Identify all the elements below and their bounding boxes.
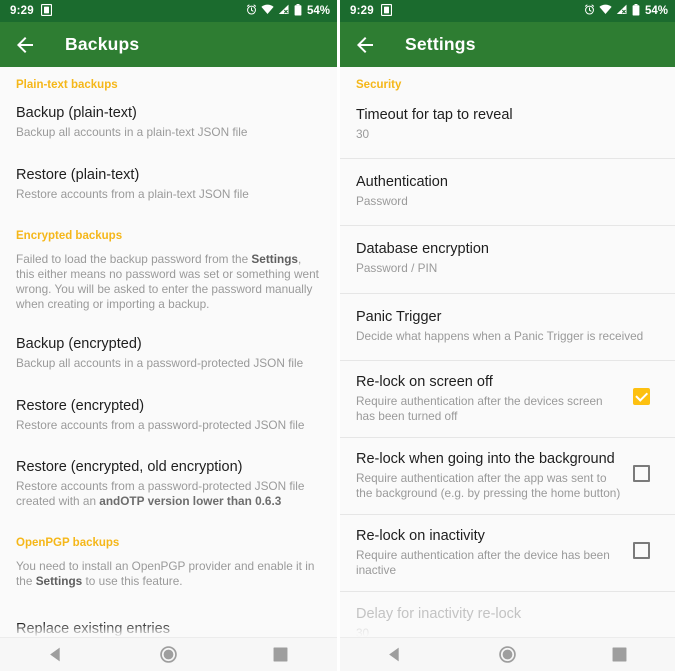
pref-summary: Require authentication after the app was… — [356, 471, 621, 500]
pref-authentication[interactable]: Authentication Password — [340, 159, 675, 226]
status-bar-clock: 9:29 — [10, 5, 34, 17]
relock-inactivity-checkbox[interactable] — [633, 542, 650, 559]
pref-relock-on-screen-off[interactable]: Re-lock on screen off Require authentica… — [340, 361, 675, 437]
pref-title: Delay for inactivity re-lock — [356, 606, 522, 622]
section-header-security: Security — [356, 79, 402, 91]
pref-summary: Backup all accounts in a password-protec… — [16, 356, 304, 370]
wifi-icon — [261, 4, 274, 18]
system-nav-bar-right — [340, 637, 675, 671]
signal-icon — [616, 4, 628, 18]
screenshot-icon — [40, 3, 52, 19]
pref-title: Restore (encrypted) — [16, 397, 145, 414]
home-button[interactable] — [477, 638, 537, 671]
wifi-icon — [599, 4, 612, 18]
pref-title: Backup (plain-text) — [16, 105, 137, 121]
back-button[interactable] — [26, 638, 86, 671]
pref-summary: Require authentication after the device … — [356, 548, 610, 577]
page-title: Backups — [65, 34, 140, 54]
status-bar-clock: 9:29 — [350, 5, 374, 17]
settings-scroll[interactable]: Security Timeout for tap to reveal 30 Au… — [340, 67, 675, 671]
battery-percent: 54% — [644, 5, 668, 17]
openpgp-info: You need to install an OpenPGP provider … — [0, 553, 337, 599]
pref-database-encryption[interactable]: Database encryption Password / PIN — [340, 226, 675, 293]
pref-title: Timeout for tap to reveal — [356, 107, 513, 123]
battery-percent: 54% — [306, 5, 330, 17]
section-header-plain-text: Plain-text backups — [16, 79, 118, 91]
pref-summary: Password / PIN — [356, 261, 438, 275]
pref-backup-plain-text[interactable]: Backup (plain-text) Backup all accounts … — [0, 95, 337, 151]
info-bold: Settings — [35, 574, 83, 588]
right-phone-screen: 9:29 54% Settings Security Timeout for t… — [337, 0, 675, 671]
back-button[interactable] — [366, 638, 426, 671]
pref-summary: Backup all accounts in a plain-text JSON… — [16, 125, 248, 139]
section-header-openpgp: OpenPGP backups — [16, 537, 120, 549]
status-bar-left-group: 9:29 — [10, 3, 52, 19]
pref-title: Restore (encrypted, old encryption) — [16, 459, 243, 475]
pref-relock-inactivity[interactable]: Re-lock on inactivity Require authentica… — [340, 515, 675, 591]
home-button[interactable] — [138, 638, 198, 671]
pref-title: Re-lock on inactivity — [356, 528, 485, 544]
pref-restore-plain-text[interactable]: Restore (plain-text) Restore accounts fr… — [0, 151, 337, 213]
pref-backup-encrypted[interactable]: Backup (encrypted) Backup all accounts i… — [0, 322, 337, 382]
pref-title: Authentication — [356, 173, 448, 190]
pref-summary: Restore accounts from a plain-text JSON … — [16, 186, 249, 201]
status-bar-right-group: 54% — [246, 3, 330, 19]
app-bar-backups: Backups — [0, 22, 337, 67]
page-title: Settings — [405, 34, 476, 54]
dual-screenshot-container: 9:29 54% Backups Plain-text backups Back… — [0, 0, 675, 671]
status-bar-left: 9:29 54% — [0, 0, 337, 22]
back-arrow-icon[interactable] — [13, 33, 37, 57]
relock-background-checkbox[interactable] — [633, 465, 650, 482]
alarm-icon — [246, 4, 257, 18]
pref-summary: Restore accounts from a password-protect… — [16, 479, 321, 508]
pref-title: Re-lock when going into the background — [356, 451, 615, 467]
backups-scroll[interactable]: Plain-text backups Backup (plain-text) B… — [0, 67, 337, 671]
status-bar-left-group: 9:29 — [350, 3, 392, 19]
pref-title: Backup (encrypted) — [16, 336, 142, 352]
pref-relock-background[interactable]: Re-lock when going into the background R… — [340, 438, 675, 514]
recents-button[interactable] — [251, 638, 311, 671]
section-header-encrypted: Encrypted backups — [16, 230, 123, 242]
status-bar-right: 9:29 54% — [340, 0, 675, 22]
status-bar-right-group: 54% — [584, 3, 668, 19]
pref-title: Replace existing entries — [16, 621, 170, 637]
alarm-icon — [584, 4, 595, 18]
backups-content: Plain-text backups Backup (plain-text) B… — [0, 67, 337, 671]
encrypted-backups-info: Failed to load the backup password from … — [0, 246, 337, 322]
pref-summary: Require authentication after the devices… — [356, 394, 603, 423]
pref-title: Database encryption — [356, 241, 489, 257]
recents-button[interactable] — [589, 638, 649, 671]
pref-title: Re-lock on screen off — [356, 374, 493, 390]
battery-icon — [294, 3, 302, 19]
pref-title: Restore (plain-text) — [16, 166, 140, 183]
battery-icon — [632, 3, 640, 19]
pref-restore-encrypted-old[interactable]: Restore (encrypted, old encryption) Rest… — [0, 443, 337, 519]
pref-summary: Password — [356, 193, 408, 208]
back-arrow-icon[interactable] — [353, 33, 377, 57]
info-pre: Failed to load the backup password from … — [16, 252, 252, 266]
info-post: to use this feature. — [82, 574, 183, 588]
info-bold: Settings — [251, 252, 298, 266]
app-bar-settings: Settings — [340, 22, 675, 67]
pref-summary: Restore accounts from a password-protect… — [16, 417, 305, 432]
left-phone-screen: 9:29 54% Backups Plain-text backups Back… — [0, 0, 337, 671]
system-nav-bar-left — [0, 637, 337, 671]
pref-title: Panic Trigger — [356, 308, 442, 325]
pref-summary: 30 — [356, 127, 370, 141]
relock-on-screen-off-checkbox[interactable] — [633, 388, 650, 405]
pref-restore-encrypted[interactable]: Restore (encrypted) Restore accounts fro… — [0, 382, 337, 444]
pref-summary: Decide what happens when a Panic Trigger… — [356, 328, 644, 343]
pref-panic-trigger[interactable]: Panic Trigger Decide what happens when a… — [340, 294, 675, 361]
settings-content: Security Timeout for tap to reveal 30 Au… — [340, 67, 675, 671]
screenshot-icon — [380, 3, 392, 19]
summary-bold: andOTP version lower than 0.6.3 — [99, 493, 282, 508]
signal-icon — [278, 4, 290, 18]
pref-timeout-tap-to-reveal[interactable]: Timeout for tap to reveal 30 — [340, 95, 675, 158]
